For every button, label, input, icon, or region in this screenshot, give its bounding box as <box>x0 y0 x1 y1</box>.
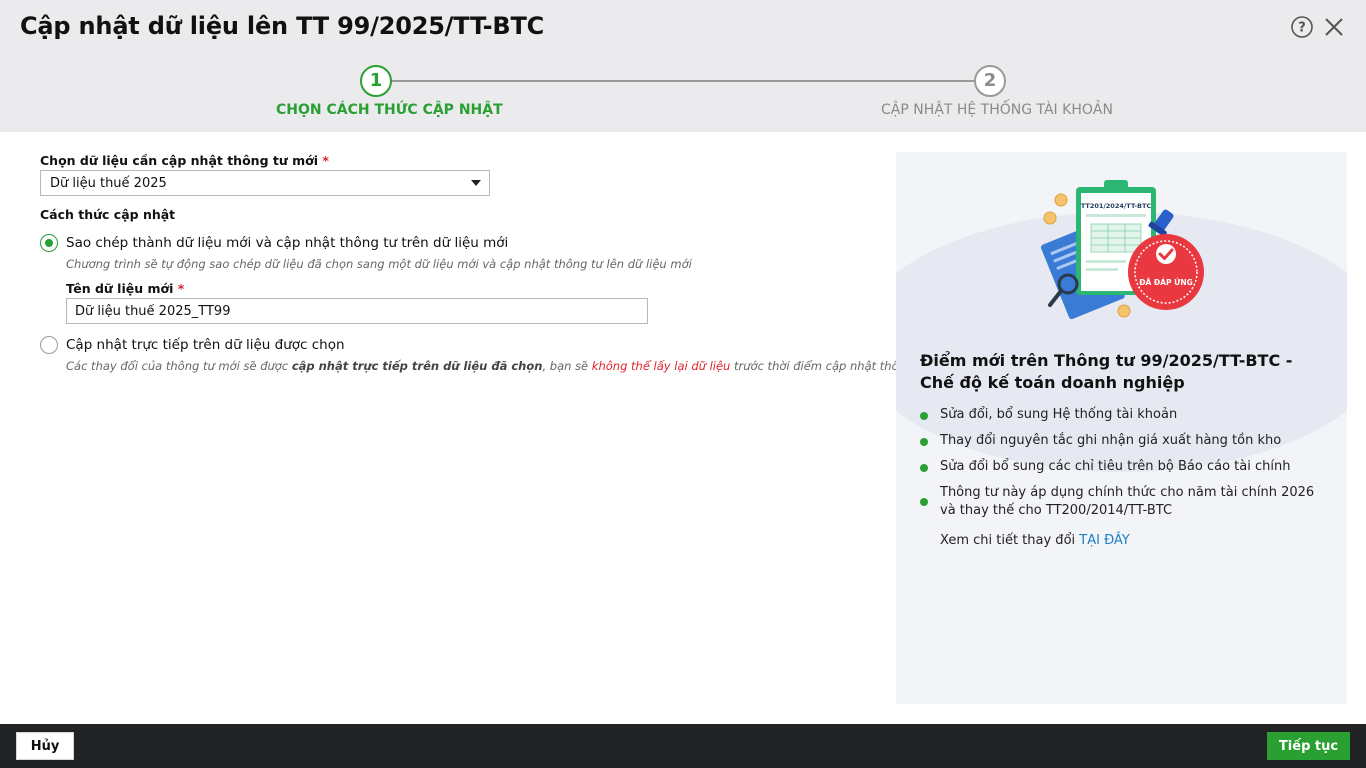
step-2-label: CẬP NHẬT HỆ THỐNG TÀI KHOẢN <box>881 102 1113 118</box>
bullet-dot-icon <box>920 438 928 446</box>
bullet-dot-icon <box>920 498 928 506</box>
dialog-header: Cập nhật dữ liệu lên TT 99/2025/TT-BTC ?… <box>0 0 1366 132</box>
illustration-badge-text: ĐÃ ĐÁP ỨNG <box>1139 278 1193 287</box>
radio-copy-description: Chương trình sẽ tự động sao chép dữ liệu… <box>66 257 692 271</box>
close-icon[interactable] <box>1322 15 1346 39</box>
required-mark: * <box>177 281 185 296</box>
continue-button[interactable]: Tiếp tục <box>1267 732 1350 760</box>
step-2-indicator: 2 <box>974 65 1006 97</box>
new-name-label: Tên dữ liệu mới * <box>66 281 185 296</box>
method-label: Cách thức cập nhật <box>40 207 176 222</box>
radio-copy-option[interactable] <box>40 234 58 252</box>
illustration-doc-text: TT201/2024/TT-BTC <box>1081 202 1152 210</box>
new-name-input[interactable] <box>66 298 648 324</box>
panel-title: Điểm mới trên Thông tư 99/2025/TT-BTC - … <box>920 351 1293 392</box>
required-mark: * <box>322 153 329 168</box>
bullet-dot-icon <box>920 412 928 420</box>
circular-document-illustration: TT201/2024/TT-BTC ĐÃ ĐÁP ỨNG <box>1040 180 1204 320</box>
info-panel: TT201/2024/TT-BTC ĐÃ ĐÁP ỨNG Điểm mới tr… <box>896 152 1347 704</box>
svg-text:?: ? <box>1298 21 1306 36</box>
data-select-dropdown[interactable]: Dữ liệu thuế 2025 <box>40 170 490 196</box>
radio-direct-option[interactable] <box>40 336 58 354</box>
bullet-dot-icon <box>920 464 928 472</box>
caret-down-icon <box>471 180 481 186</box>
dialog-title: Cập nhật dữ liệu lên TT 99/2025/TT-BTC <box>20 12 545 40</box>
radio-direct-label[interactable]: Cập nhật trực tiếp trên dữ liệu được chọ… <box>66 337 345 353</box>
radio-direct-description: Các thay đổi của thông tư mới sẽ được cậ… <box>66 359 929 373</box>
details-link[interactable]: TẠI ĐÂY <box>1079 533 1129 548</box>
radio-copy-label[interactable]: Sao chép thành dữ liệu mới và cập nhật t… <box>66 235 508 251</box>
details-text: Xem chi tiết thay đổi TẠI ĐÂY <box>940 533 1130 548</box>
dialog-footer: Hủy Tiếp tục <box>0 724 1366 768</box>
stepper-connector <box>391 80 975 82</box>
step-1-label: CHỌN CÁCH THỨC CẬP NHẬT <box>276 102 503 118</box>
help-icon[interactable]: ? <box>1290 15 1314 39</box>
cancel-button[interactable]: Hủy <box>16 732 74 760</box>
step-1-indicator: 1 <box>360 65 392 97</box>
data-select-value: Dữ liệu thuế 2025 <box>50 176 167 191</box>
data-select-label: Chọn dữ liệu cần cập nhật thông tư mới * <box>40 153 329 168</box>
